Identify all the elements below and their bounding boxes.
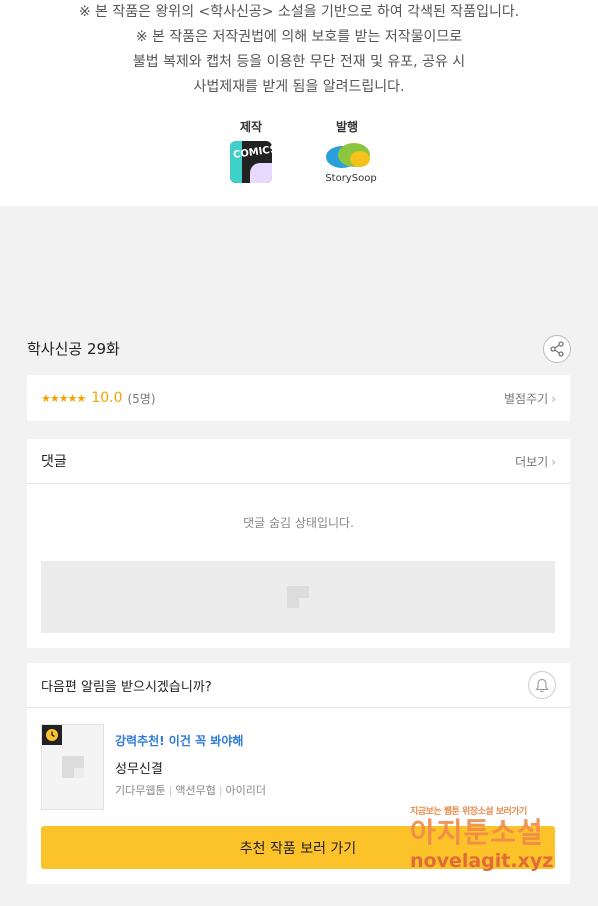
notice-line: ※ 본 작품은 저작권법에 의해 보호를 받는 저작물이므로 <box>135 29 463 45</box>
storysoop-logo: StorySoop <box>322 141 380 184</box>
chevron-right-icon: › <box>551 454 556 469</box>
publisher-label: 발행 <box>335 120 359 134</box>
watermark-url: novelagit.xyz <box>410 850 554 872</box>
recommended-item[interactable]: 강력추천! 이건 꼭 봐야해 성무신결 기다무웹툰 | 액션무협 | 아이리더 <box>41 724 266 810</box>
comics-logo: COMICS <box>230 141 272 183</box>
genre-tag: 액션무협 <box>175 784 216 797</box>
rating-card: ★★★★★ 10.0 (5명) 별점주기 › <box>27 375 570 421</box>
site-watermark: 지금보는 웹툰 위장소설 보러가기 아지툰소설 novelagit.xyz <box>410 804 590 886</box>
logo-character <box>250 163 272 183</box>
speech-bubbles-icon <box>326 143 370 168</box>
rating-score: 10.0 <box>91 390 123 406</box>
logo-stripe <box>230 141 242 183</box>
clock-icon <box>46 729 58 741</box>
rate-label: 별점주기 <box>504 391 549 406</box>
production-label: 제작 <box>239 120 263 134</box>
rating-count: (5명) <box>127 391 156 406</box>
chevron-right-icon: › <box>551 391 556 406</box>
image-placeholder-icon <box>61 756 84 778</box>
recommended-title: 성무신결 <box>115 762 163 777</box>
next-alert-question: 다음편 알림을 받으시겠습니까? <box>41 679 212 695</box>
notice-line: ※ 본 작품은 왕위의 <학사신공> 소설을 기반으로 하여 각색된 작품입니다… <box>78 4 520 20</box>
copyright-notice: ※ 본 작품은 왕위의 <학사신공> 소설을 기반으로 하여 각색된 작품입니다… <box>0 0 598 206</box>
recommend-tag: 강력추천! 이건 꼭 봐야해 <box>115 734 244 748</box>
notification-toggle[interactable] <box>528 671 556 699</box>
storysoop-text: StorySoop <box>325 173 377 184</box>
notice-line: 불법 복제와 캡처 등을 이용한 무단 전재 및 유포, 공유 시 <box>132 54 466 70</box>
wait-free-badge <box>42 725 62 745</box>
production-credit: 제작 COMICS <box>226 118 276 184</box>
publisher-credit: 발행 StorySoop <box>322 118 376 184</box>
rate-button[interactable]: 별점주기 › <box>504 390 556 407</box>
bell-icon <box>535 678 549 692</box>
next-alert-header: 다음편 알림을 받으시겠습니까? <box>27 663 570 708</box>
image-placeholder-icon <box>287 586 309 608</box>
recommended-thumbnail <box>41 724 104 810</box>
watermark-logo-text: 아지툰소설 <box>410 816 544 849</box>
genre-tag: 아이리더 <box>225 784 267 797</box>
share-icon <box>550 341 564 357</box>
notice-line: 사법제재를 받게 됨을 알려드립니다. <box>193 79 405 95</box>
ad-banner[interactable] <box>41 561 555 633</box>
comments-more-button[interactable]: 더보기 › <box>515 453 556 470</box>
comments-header: 댓글 더보기 › <box>27 439 570 484</box>
comments-card: 댓글 더보기 › 댓글 숨김 상태입니다. <box>27 439 570 648</box>
more-label: 더보기 <box>515 454 549 469</box>
recommended-genres: 기다무웹툰 | 액션무협 | 아이리더 <box>115 782 266 798</box>
episode-title: 학사신공 29화 <box>27 340 120 358</box>
comments-title: 댓글 <box>41 454 67 470</box>
rating-stars: ★★★★★ <box>41 391 86 405</box>
credits: 제작 COMICS 발행 StorySoop <box>0 118 598 184</box>
recommended-info: 강력추천! 이건 꼭 봐야해 성무신결 기다무웹툰 | 액션무협 | 아이리더 <box>115 724 266 810</box>
genre-divider: | <box>168 784 173 797</box>
genre-tag: 기다무웹툰 <box>115 784 166 797</box>
comments-hidden-message: 댓글 숨김 상태입니다. <box>243 516 354 530</box>
genre-divider: | <box>218 784 223 797</box>
notice-lines: ※ 본 작품은 왕위의 <학사신공> 소설을 기반으로 하여 각색된 작품입니다… <box>0 0 598 100</box>
share-button[interactable] <box>543 335 571 363</box>
